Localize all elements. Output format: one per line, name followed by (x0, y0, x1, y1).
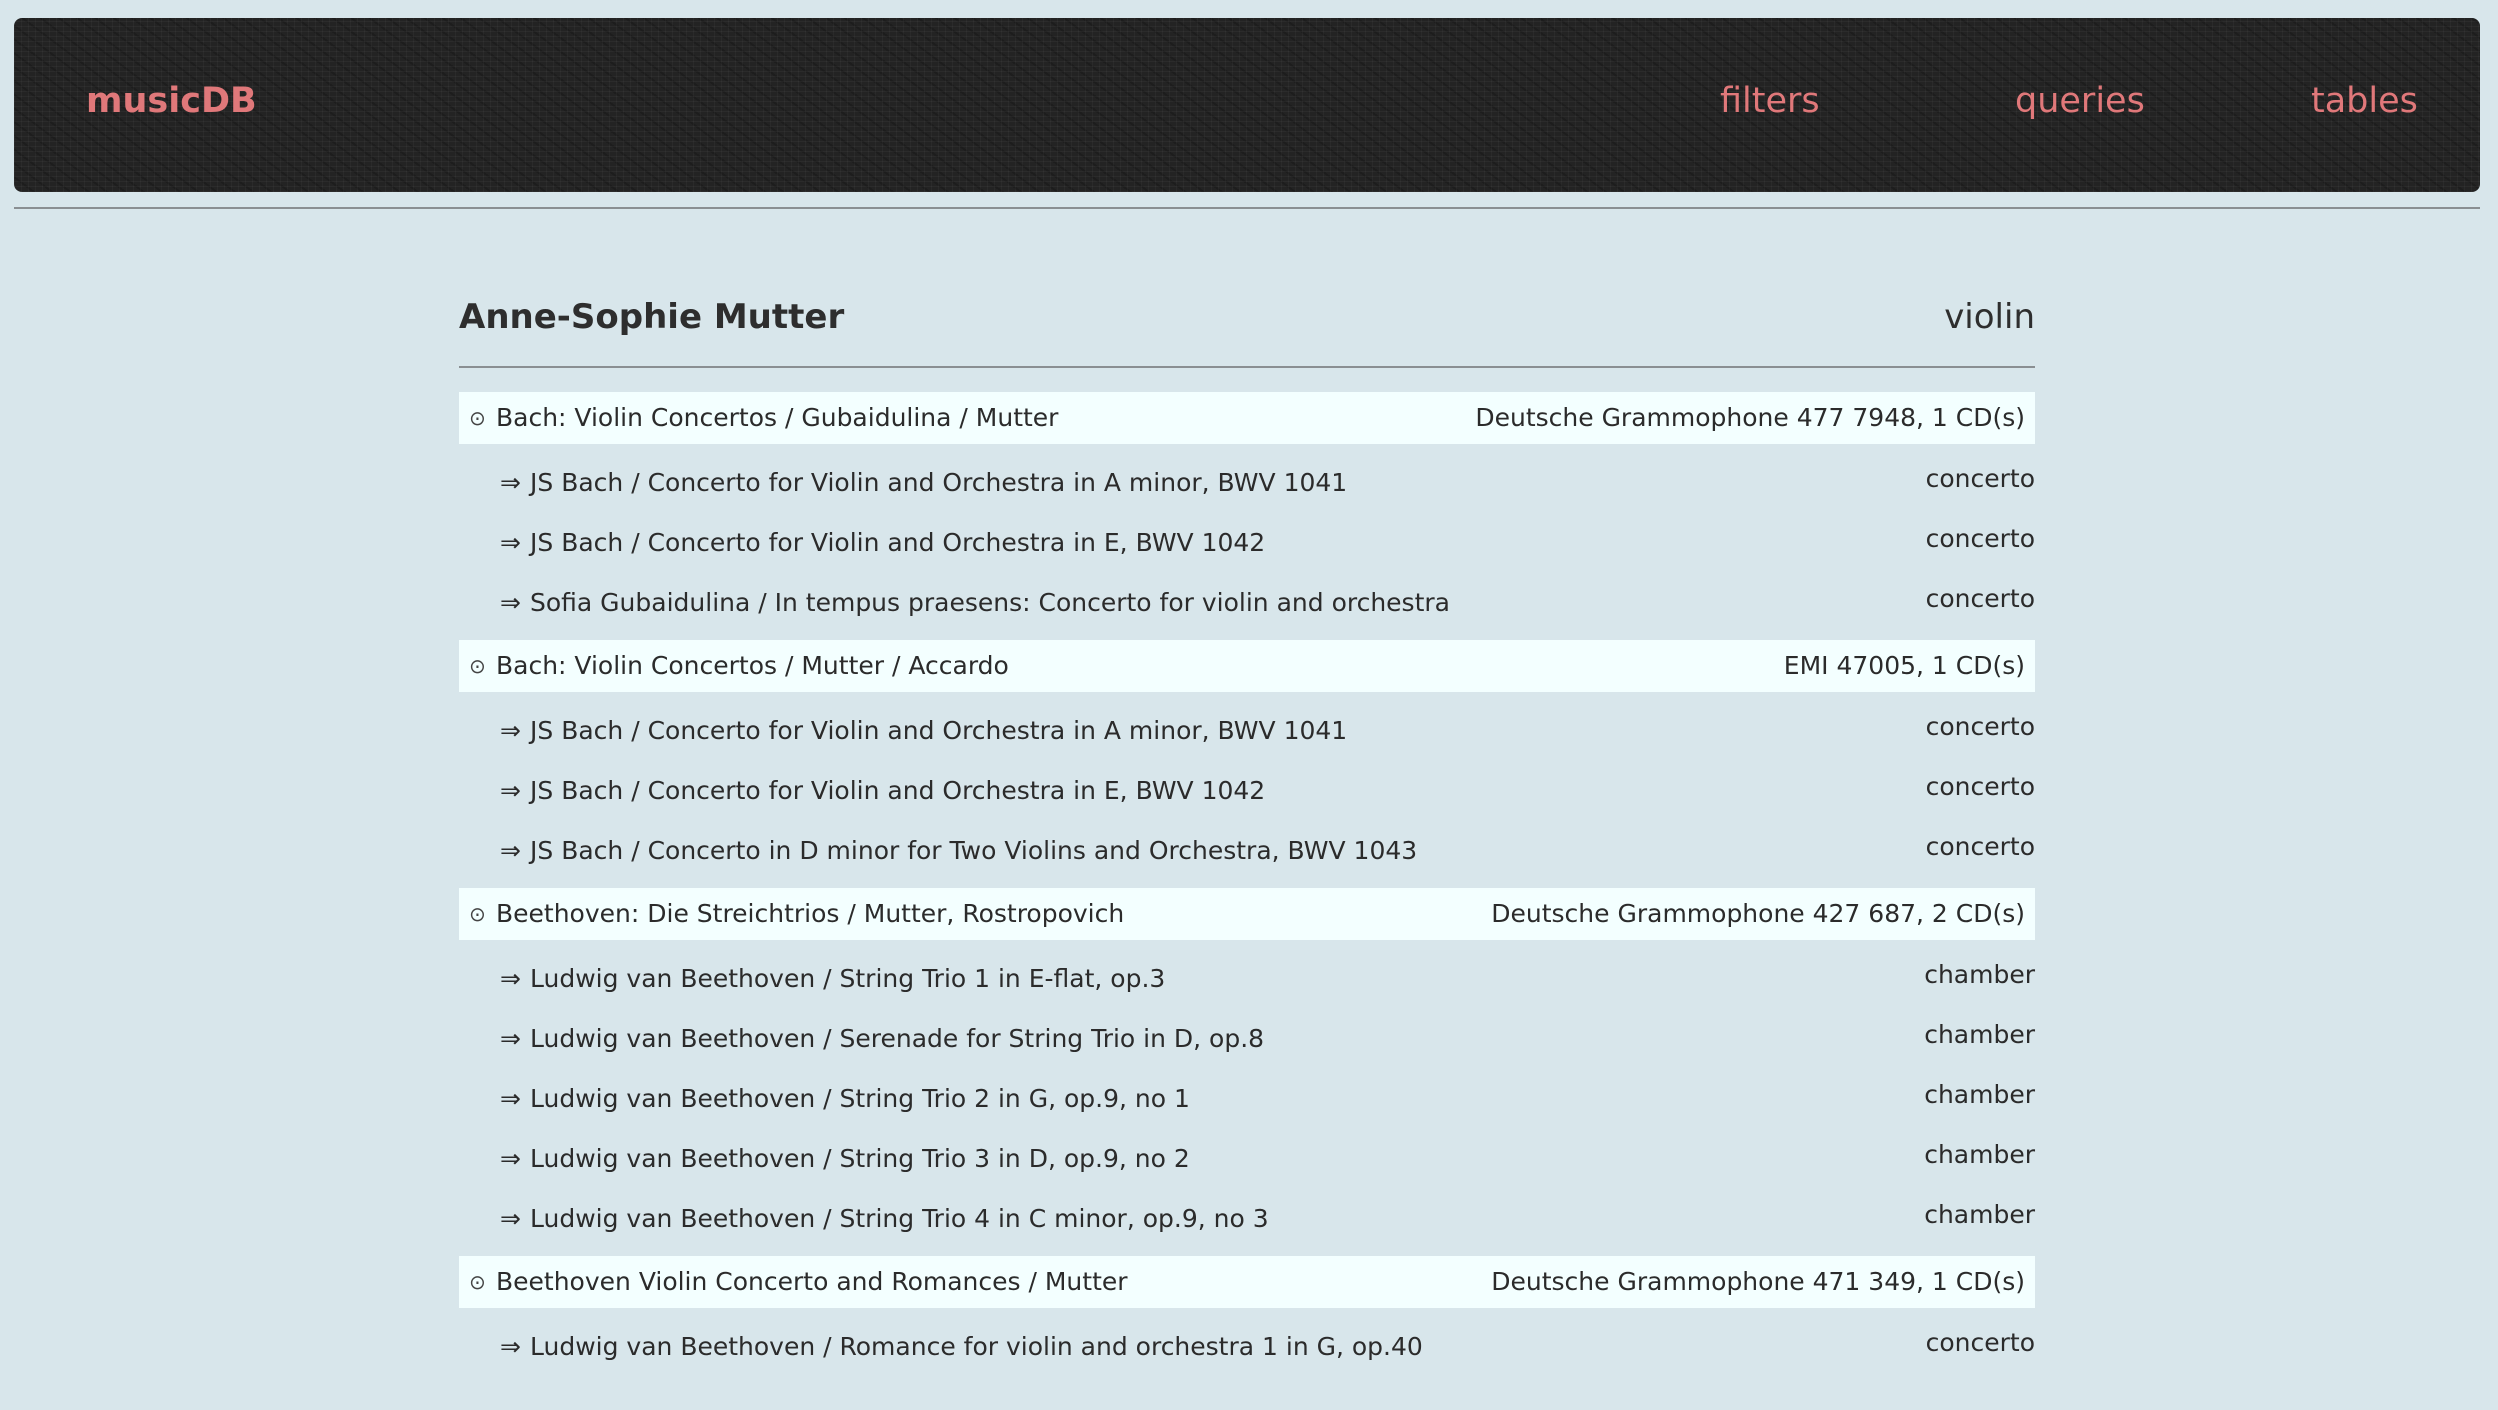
track-title: Ludwig van Beethoven / String Trio 1 in … (530, 964, 1166, 993)
double-arrow-right-icon: ⇒ (500, 964, 521, 993)
nav-filters-link[interactable]: filters (1720, 84, 1820, 119)
album-group: ⊙ Beethoven Violin Concerto and Romances … (459, 1256, 2035, 1372)
track-row[interactable]: ⇒ Ludwig van Beethoven / String Trio 2 in… (459, 1064, 2035, 1124)
track-row[interactable]: ⇒ JS Bach / Concerto for Violin and Orche… (459, 696, 2035, 756)
track-row[interactable]: ⇒ JS Bach / Concerto for Violin and Orche… (459, 448, 2035, 508)
artist-instrument: violin (1944, 297, 2035, 337)
track-title: JS Bach / Concerto for Violin and Orches… (530, 468, 1348, 497)
double-arrow-right-icon: ⇒ (500, 1204, 521, 1233)
album-list: ⊙ Bach: Violin Concertos / Gubaidulina / … (459, 392, 2035, 1372)
double-arrow-right-icon: ⇒ (500, 1024, 521, 1053)
double-arrow-right-icon: ⇒ (500, 468, 521, 497)
track-title: Ludwig van Beethoven / String Trio 3 in … (530, 1144, 1190, 1173)
track-genre: chamber (1924, 1200, 2035, 1229)
track-genre: concerto (1925, 584, 2035, 613)
track-row[interactable]: ⇒ JS Bach / Concerto for Violin and Orche… (459, 756, 2035, 816)
album-row[interactable]: ⊙ Beethoven: Die Streichtrios / Mutter, R… (459, 888, 2035, 940)
collapse-circle-icon[interactable]: ⊙ (469, 640, 486, 692)
album-row[interactable]: ⊙ Beethoven Violin Concerto and Romances … (459, 1256, 2035, 1308)
track-title: Ludwig van Beethoven / Romance for violi… (530, 1332, 1423, 1361)
track-genre: chamber (1924, 1020, 2035, 1049)
album-group: ⊙ Bach: Violin Concertos / Gubaidulina / … (459, 392, 2035, 628)
track-row[interactable]: ⇒ Ludwig van Beethoven / String Trio 1 in… (459, 944, 2035, 1004)
nav-queries-link[interactable]: queries (2015, 84, 2145, 119)
track-title: Ludwig van Beethoven / Serenade for Stri… (530, 1024, 1265, 1053)
album-title: Beethoven: Die Streichtrios / Mutter, Ro… (496, 899, 1125, 928)
track-list: ⇒ Ludwig van Beethoven / Romance for viol… (459, 1308, 2035, 1372)
double-arrow-right-icon: ⇒ (500, 1144, 521, 1173)
double-arrow-right-icon: ⇒ (500, 776, 521, 805)
track-title: JS Bach / Concerto for Violin and Orches… (530, 716, 1348, 745)
double-arrow-right-icon: ⇒ (500, 1332, 521, 1361)
album-label: Deutsche Grammophone 471 349, 1 CD(s) (1491, 1267, 2025, 1296)
track-row[interactable]: ⇒ JS Bach / Concerto for Violin and Orche… (459, 508, 2035, 568)
album-title: Bach: Violin Concertos / Gubaidulina / M… (496, 403, 1059, 432)
track-title: Ludwig van Beethoven / String Trio 4 in … (530, 1204, 1269, 1233)
track-row[interactable]: ⇒ JS Bach / Concerto in D minor for Two V… (459, 816, 2035, 876)
album-title: Beethoven Violin Concerto and Romances /… (496, 1267, 1128, 1296)
double-arrow-right-icon: ⇒ (500, 588, 521, 617)
track-genre: concerto (1925, 712, 2035, 741)
double-arrow-right-icon: ⇒ (500, 836, 521, 865)
brand-link[interactable]: musicDB (86, 84, 257, 119)
track-genre: concerto (1925, 772, 2035, 801)
nav-tables-link[interactable]: tables (2311, 84, 2418, 119)
artist-panel: Anne-Sophie Mutter violin ⊙ Bach: Violin … (459, 280, 2035, 1384)
header-divider (14, 207, 2480, 209)
collapse-circle-icon[interactable]: ⊙ (469, 1256, 486, 1308)
album-title: Bach: Violin Concertos / Mutter / Accard… (496, 651, 1009, 680)
album-label: EMI 47005, 1 CD(s) (1783, 651, 2025, 680)
collapse-circle-icon[interactable]: ⊙ (469, 392, 486, 444)
track-genre: chamber (1924, 1140, 2035, 1169)
artist-header: Anne-Sophie Mutter violin (459, 280, 2035, 352)
track-row[interactable]: ⇒ Sofia Gubaidulina / In tempus praesens:… (459, 568, 2035, 628)
album-label: Deutsche Grammophone 427 687, 2 CD(s) (1491, 899, 2025, 928)
track-list: ⇒ JS Bach / Concerto for Violin and Orche… (459, 444, 2035, 628)
track-list: ⇒ JS Bach / Concerto for Violin and Orche… (459, 692, 2035, 876)
track-genre: concerto (1925, 1328, 2035, 1357)
track-title: JS Bach / Concerto in D minor for Two Vi… (530, 836, 1418, 865)
track-title: Ludwig van Beethoven / String Trio 2 in … (530, 1084, 1190, 1113)
artist-name: Anne-Sophie Mutter (459, 297, 845, 337)
artist-divider (459, 366, 2035, 368)
track-row[interactable]: ⇒ Ludwig van Beethoven / Romance for viol… (459, 1312, 2035, 1372)
double-arrow-right-icon: ⇒ (500, 716, 521, 745)
double-arrow-right-icon: ⇒ (500, 528, 521, 557)
track-row[interactable]: ⇒ Ludwig van Beethoven / String Trio 4 in… (459, 1184, 2035, 1244)
track-genre: concerto (1925, 832, 2035, 861)
track-genre: chamber (1924, 1080, 2035, 1109)
track-row[interactable]: ⇒ Ludwig van Beethoven / String Trio 3 in… (459, 1124, 2035, 1184)
track-genre: concerto (1925, 524, 2035, 553)
track-title: JS Bach / Concerto for Violin and Orches… (530, 776, 1266, 805)
track-genre: concerto (1925, 464, 2035, 493)
double-arrow-right-icon: ⇒ (500, 1084, 521, 1113)
track-list: ⇒ Ludwig van Beethoven / String Trio 1 in… (459, 940, 2035, 1244)
album-group: ⊙ Beethoven: Die Streichtrios / Mutter, R… (459, 888, 2035, 1244)
track-title: JS Bach / Concerto for Violin and Orches… (530, 528, 1266, 557)
collapse-circle-icon[interactable]: ⊙ (469, 888, 486, 940)
album-row[interactable]: ⊙ Bach: Violin Concertos / Mutter / Accar… (459, 640, 2035, 692)
album-row[interactable]: ⊙ Bach: Violin Concertos / Gubaidulina / … (459, 392, 2035, 444)
track-row[interactable]: ⇒ Ludwig van Beethoven / Serenade for Str… (459, 1004, 2035, 1064)
album-label: Deutsche Grammophone 477 7948, 1 CD(s) (1475, 403, 2025, 432)
top-navbar: musicDB filters queries tables (14, 18, 2480, 192)
track-genre: chamber (1924, 960, 2035, 989)
album-group: ⊙ Bach: Violin Concertos / Mutter / Accar… (459, 640, 2035, 876)
track-title: Sofia Gubaidulina / In tempus praesens: … (530, 588, 1450, 617)
